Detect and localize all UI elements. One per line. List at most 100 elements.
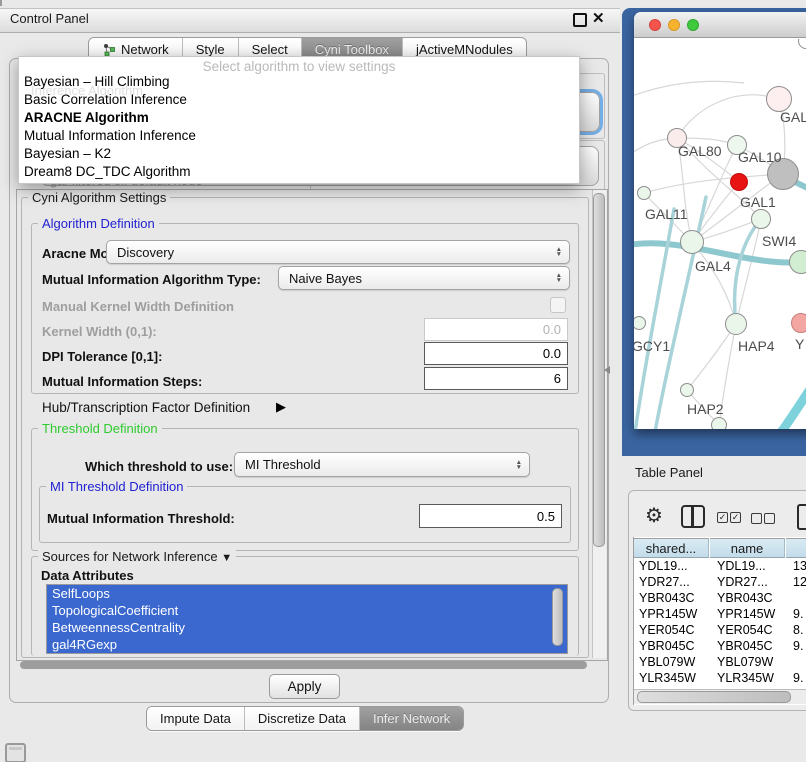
window-edge-tick xyxy=(0,0,2,6)
node-label: GAL80 xyxy=(678,143,722,159)
algorithm-item-bayesian-hill-climbing[interactable]: Bayesian – Hill Climbing xyxy=(19,73,579,91)
node-label: GAL xyxy=(780,109,806,125)
column-header-clipped[interactable] xyxy=(786,538,806,558)
zoom-traffic-light-icon[interactable] xyxy=(687,19,699,31)
algorithm-item-bayesian-k2[interactable]: Bayesian – K2 xyxy=(19,145,579,163)
mi-threshold-definition-title: MI Threshold Definition xyxy=(46,479,187,494)
node-label: GAL11 xyxy=(645,206,688,222)
deselect-all-icon[interactable] xyxy=(764,513,775,524)
table-row[interactable]: YBL079WYBL079W xyxy=(634,655,806,671)
tab-discretize-data[interactable]: Discretize Data xyxy=(245,707,360,730)
sources-title: Sources for Network Inference ▼ xyxy=(38,549,236,564)
close-icon[interactable]: ✕ xyxy=(592,9,605,27)
list-item-gal4rgexp[interactable]: gal4RGexp xyxy=(47,636,567,653)
mi-threshold-label: Mutual Information Threshold: xyxy=(47,511,235,526)
collapsed-arrow-icon[interactable]: ▶ xyxy=(276,399,286,415)
node-label: HAP4 xyxy=(738,338,775,354)
columns-icon[interactable] xyxy=(681,505,705,528)
control-panel-titlebar[interactable] xyxy=(0,8,620,33)
list-item-selfloops[interactable]: SelfLoops xyxy=(47,585,567,602)
table-row[interactable]: YER054CYER054C8. xyxy=(634,623,806,639)
combo-arrows-icon: ▲▼ xyxy=(516,453,522,476)
node-label: HAP2 xyxy=(687,401,724,417)
node-swi4[interactable] xyxy=(789,250,806,274)
cyni-algorithm-settings-title: Cyni Algorithm Settings xyxy=(28,190,170,205)
node-label: Y xyxy=(795,336,804,352)
algorithm-dropdown-popup: Select algorithm to view settings Infere… xyxy=(18,56,580,184)
node-label: GAL1 xyxy=(740,194,776,210)
combo-arrows-icon: ▲▼ xyxy=(556,267,562,289)
algorithm-item-aracne[interactable]: ARACNE Algorithm xyxy=(19,109,579,127)
which-threshold-label: Which threshold to use: xyxy=(85,459,233,474)
node-gal4[interactable] xyxy=(680,230,704,254)
node-label: SWI4 xyxy=(762,233,796,249)
table-hscrollbar-thumb[interactable] xyxy=(637,691,791,703)
dpi-tolerance-label: DPI Tolerance [0,1]: xyxy=(42,349,162,364)
table-row[interactable]: YPR145WYPR145W9. xyxy=(634,607,806,623)
list-item-betweennesscentrality[interactable]: BetweennessCentrality xyxy=(47,619,567,636)
dpi-tolerance-field[interactable]: 0.0 xyxy=(424,342,568,365)
table-panel-title: Table Panel xyxy=(635,465,703,480)
expanded-arrow-icon[interactable]: ▼ xyxy=(221,552,232,564)
list-scrollbar-thumb[interactable] xyxy=(552,588,563,646)
node-gal1[interactable] xyxy=(751,209,771,229)
column-header-shared-name[interactable]: shared... xyxy=(634,538,709,558)
algorithm-placeholder: Select algorithm to view settings xyxy=(19,59,579,74)
node-red-selected[interactable] xyxy=(730,173,748,191)
gear-icon[interactable]: ⚙ xyxy=(645,503,663,528)
network-canvas[interactable]: GAL80 GAL10 GAL1 GAL11 SWI4 GAL4 GCY1 HA… xyxy=(634,39,806,429)
which-threshold-combobox[interactable]: MI Threshold ▲▼ xyxy=(234,452,530,477)
node-unlabeled-bottom[interactable] xyxy=(711,417,727,429)
node-y-clipped[interactable] xyxy=(791,313,806,333)
data-attributes-list: SelfLoops TopologicalCoefficient Between… xyxy=(46,584,568,654)
algorithm-item-mutual-information[interactable]: Mutual Information Inference xyxy=(19,127,579,145)
minimize-traffic-light-icon[interactable] xyxy=(668,19,680,31)
table-row[interactable]: YLR345WYLR345W9. xyxy=(634,671,806,687)
algorithm-item-basic-correlation[interactable]: Basic Correlation Inference xyxy=(19,91,579,109)
mi-steps-label: Mutual Information Steps: xyxy=(42,374,202,389)
float-window-icon[interactable] xyxy=(573,13,587,27)
kernel-width-label: Kernel Width (0,1): xyxy=(42,324,157,339)
list-item-topologicalcoefficient[interactable]: TopologicalCoefficient xyxy=(47,602,567,619)
select-all-check-icon[interactable]: ✓ xyxy=(717,512,728,523)
manual-kernel-width-checkbox[interactable] xyxy=(550,297,566,313)
algorithm-item-dream8[interactable]: Dream8 DC_TDC Algorithm xyxy=(19,163,579,181)
select-all-check-icon[interactable]: ✓ xyxy=(730,512,741,523)
close-traffic-light-icon[interactable] xyxy=(649,19,661,31)
network-window-titlebar[interactable] xyxy=(634,12,806,38)
threshold-definition-title: Threshold Definition xyxy=(38,421,162,436)
apply-button[interactable]: Apply xyxy=(269,674,340,699)
column-header-name[interactable]: name xyxy=(710,538,785,558)
tab-infer-network[interactable]: Infer Network xyxy=(360,707,463,730)
tab-impute-data[interactable]: Impute Data xyxy=(147,707,245,730)
network-window[interactable]: GAL80 GAL10 GAL1 GAL11 SWI4 GAL4 GCY1 HA… xyxy=(634,12,806,429)
combo-arrows-icon: ▲▼ xyxy=(556,241,562,263)
screen: Control Panel ✕ Network Style Select Cyn… xyxy=(0,0,806,762)
kernel-width-field[interactable]: 0.0 xyxy=(424,318,568,341)
mi-steps-field[interactable]: 6 xyxy=(424,367,568,390)
table-row[interactable]: YDR27...YDR27...12 xyxy=(634,575,806,591)
node-gal11[interactable] xyxy=(637,186,651,200)
node-hap4[interactable] xyxy=(725,313,747,335)
node-label: GAL4 xyxy=(695,258,731,274)
hub-definition-label: Hub/Transcription Factor Definition xyxy=(42,400,250,415)
docked-panel-icon[interactable] xyxy=(5,743,26,762)
table-row[interactable]: YBR043CYBR043C xyxy=(634,591,806,607)
split-pane-collapse-icon[interactable] xyxy=(604,366,610,374)
node-label: GAL10 xyxy=(738,149,782,165)
table-row[interactable]: YBR045CYBR045C9. xyxy=(634,639,806,655)
table-body: YDL19...YDL19...13 YDR27...YDR27...12 YB… xyxy=(634,559,806,690)
settings-hscrollbar-thumb[interactable] xyxy=(20,661,587,669)
bottom-tabbar: Impute Data Discretize Data Infer Networ… xyxy=(146,706,464,731)
mi-algorithm-type-combobox[interactable]: Naive Bayes ▲▼ xyxy=(278,266,570,290)
node-hap2[interactable] xyxy=(680,383,694,397)
aracne-mode-combobox[interactable]: Discovery ▲▼ xyxy=(106,240,570,264)
deselect-all-icon[interactable] xyxy=(751,513,762,524)
network-icon xyxy=(102,43,116,57)
algorithm-definition-title: Algorithm Definition xyxy=(38,216,159,231)
clipped-toolbar-icon[interactable] xyxy=(797,504,806,530)
manual-kernel-width-label: Manual Kernel Width Definition xyxy=(42,299,234,314)
table-row[interactable]: YDL19...YDL19...13 xyxy=(634,559,806,575)
mi-threshold-field[interactable]: 0.5 xyxy=(419,504,562,528)
control-panel-title: Control Panel xyxy=(10,11,89,26)
